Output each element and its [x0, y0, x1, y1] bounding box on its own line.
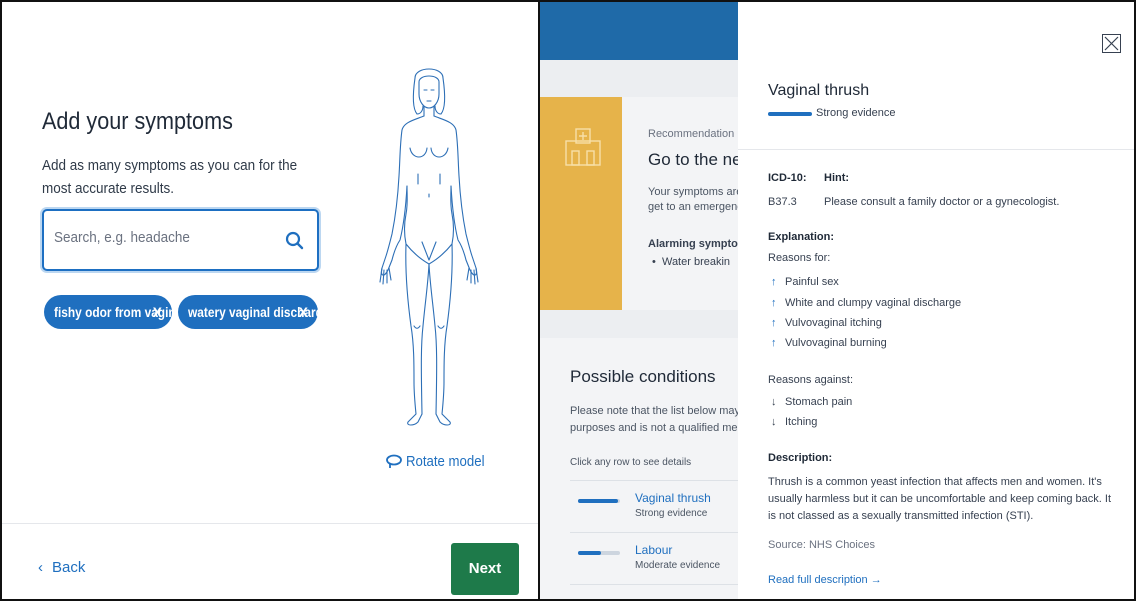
rotate-model-button[interactable]: Rotate model — [386, 453, 495, 470]
reason-text: Vulvovaginal burning — [785, 337, 887, 349]
reason-against-item: ↓ Itching — [771, 416, 817, 428]
detail-title: Vaginal thrush — [768, 82, 870, 99]
hint-value: Please consult a family doctor or a gyne… — [824, 196, 1060, 208]
recommendation-label: Recommendation — [648, 128, 735, 140]
hospital-icon — [565, 128, 601, 166]
reason-text: Stomach pain — [785, 396, 853, 408]
description-text: Thrush is a common yeast infection that … — [768, 476, 1112, 522]
row-divider — [570, 532, 738, 533]
search-icon[interactable] — [285, 231, 305, 251]
close-button[interactable] — [1102, 34, 1121, 53]
description-label: Description: — [768, 452, 833, 464]
reason-text: Painful sex — [785, 276, 839, 288]
conditions-note: Please note that the list below may purp… — [570, 403, 738, 437]
reason-text: Itching — [785, 416, 818, 428]
conditions-note-line: Please note that the list below may — [570, 405, 738, 417]
row-divider — [570, 480, 738, 481]
row-divider — [570, 584, 738, 585]
reasons-for-label: Reasons for: — [768, 252, 831, 264]
reason-for-item: ↑ Vulvovaginal itching — [771, 317, 882, 329]
arrow-up-icon: ↑ — [771, 337, 777, 349]
arrow-up-icon: ↑ — [771, 297, 777, 309]
recommendation-text-line: Your symptoms are — [648, 186, 738, 198]
chip-label: fishy odor from vagina — [54, 304, 183, 320]
close-icon — [1104, 36, 1119, 51]
alarming-symptom-text: Water breakin — [661, 256, 731, 268]
detail-evidence: Strong evidence — [816, 107, 896, 119]
evidence-bar — [578, 551, 620, 555]
icd-label: ICD-10: — [768, 172, 807, 184]
alarming-symptoms-label: Alarming symptom — [648, 238, 738, 250]
condition-row[interactable]: Vaginal thrush Strong evidence — [570, 486, 738, 534]
condition-name: Labour — [635, 543, 673, 557]
reasons-against-label: Reasons against: — [768, 374, 853, 386]
alarming-symptom-item: • Water breakin — [652, 256, 731, 268]
next-button[interactable]: Next — [451, 543, 519, 595]
recommendation-text-line: get to an emergenc — [648, 201, 738, 213]
evidence-fill — [578, 551, 602, 555]
condition-row[interactable]: Labour Moderate evidence — [570, 538, 738, 586]
reason-for-item: ↑ White and clumpy vaginal discharge — [771, 297, 961, 309]
hint-label: Hint: — [824, 172, 850, 184]
condition-detail-panel: Vaginal thrush Strong evidence ICD-10: H… — [738, 0, 1136, 601]
rotate-icon — [386, 454, 402, 468]
results-panel: Recommendation Go to the nea Your sympto… — [540, 0, 738, 601]
conditions-title: Possible conditions — [570, 367, 716, 386]
recommendation-title: Go to the nea — [648, 150, 738, 169]
back-button[interactable]: ‹ Back — [38, 559, 85, 576]
reason-text: Vulvovaginal itching — [785, 317, 882, 329]
evidence-bar — [768, 112, 812, 116]
arrow-down-icon: ↓ — [771, 416, 777, 428]
back-label: Back — [52, 559, 86, 576]
chevron-left-icon: ‹ — [38, 559, 43, 576]
search-input[interactable] — [54, 229, 252, 246]
reason-for-item: ↑ Painful sex — [771, 276, 839, 288]
evidence-fill — [578, 499, 618, 503]
results-header-bar — [540, 2, 738, 60]
read-full-description-link[interactable]: Read full description → — [768, 574, 882, 586]
detail-header — [738, 2, 1134, 150]
icd-value: B37.3 — [768, 196, 797, 208]
body-model[interactable] — [374, 64, 484, 430]
explanation-label: Explanation: — [768, 231, 835, 243]
page-subtitle: Add as many symptoms as you can for the … — [42, 157, 298, 197]
footer-divider — [2, 523, 538, 524]
reason-text: White and clumpy vaginal discharge — [785, 297, 962, 309]
symptoms-panel: Add your symptoms Add as many symptoms a… — [0, 0, 540, 601]
close-icon[interactable]: X — [299, 295, 308, 329]
condition-evidence: Strong evidence — [635, 508, 708, 519]
description-source: Source: NHS Choices — [768, 539, 875, 551]
close-icon[interactable]: X — [153, 295, 162, 329]
arrow-down-icon: ↓ — [771, 396, 777, 408]
symptom-chip[interactable]: fishy odor from vagina X — [44, 295, 182, 329]
search-box[interactable] — [42, 209, 319, 271]
rotate-label: Rotate model — [406, 453, 485, 470]
symptom-chip[interactable]: watery vaginal discharge X — [178, 295, 330, 329]
reason-for-item: ↑ Vulvovaginal burning — [771, 337, 887, 349]
reason-against-item: ↓ Stomach pain — [771, 396, 852, 408]
arrow-up-icon: ↑ — [771, 317, 777, 329]
click-hint: Click any row to see details — [570, 457, 692, 468]
chip-label: watery vaginal discharge — [188, 304, 330, 320]
condition-evidence: Moderate evidence — [635, 560, 721, 571]
recommendation-text: Your symptoms are get to an emergenc — [648, 185, 738, 215]
evidence-bar — [578, 499, 620, 503]
page-title: Add your symptoms — [42, 108, 233, 135]
conditions-note-line: purposes and is not a qualified med — [570, 422, 738, 434]
arrow-up-icon: ↑ — [771, 276, 777, 288]
condition-name: Vaginal thrush — [635, 491, 711, 505]
